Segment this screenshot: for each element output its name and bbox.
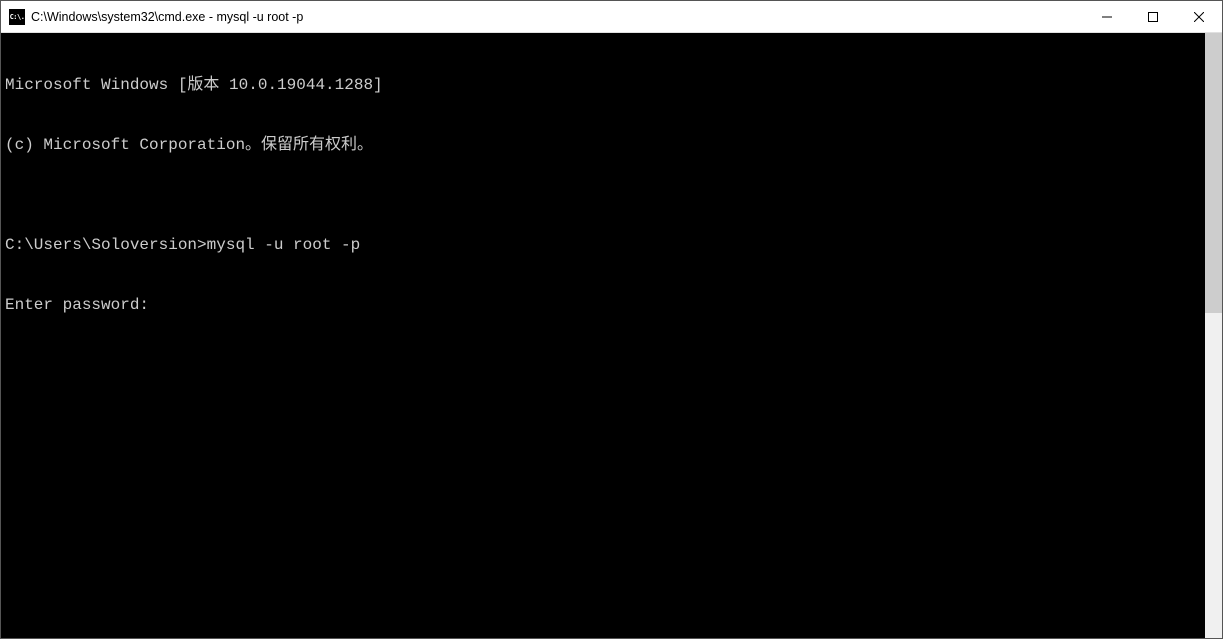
scrollbar-thumb[interactable]: [1205, 33, 1222, 313]
vertical-scrollbar[interactable]: [1205, 33, 1222, 638]
terminal-line: C:\Users\Soloversion>mysql -u root -p: [5, 235, 1201, 255]
maximize-button[interactable]: [1130, 1, 1176, 32]
terminal-container: Microsoft Windows [版本 10.0.19044.1288] (…: [1, 33, 1222, 638]
minimize-button[interactable]: [1084, 1, 1130, 32]
window-title: C:\Windows\system32\cmd.exe - mysql -u r…: [31, 10, 1084, 24]
close-icon: [1194, 12, 1204, 22]
close-button[interactable]: [1176, 1, 1222, 32]
cmd-icon-text: C:\.: [10, 13, 25, 21]
cmd-icon: C:\.: [9, 9, 25, 25]
maximize-icon: [1148, 12, 1158, 22]
terminal-line: (c) Microsoft Corporation。保留所有权利。: [5, 135, 1201, 155]
terminal-line: Microsoft Windows [版本 10.0.19044.1288]: [5, 75, 1201, 95]
minimize-icon: [1102, 12, 1112, 22]
terminal[interactable]: Microsoft Windows [版本 10.0.19044.1288] (…: [1, 33, 1205, 638]
titlebar: C:\. C:\Windows\system32\cmd.exe - mysql…: [1, 1, 1222, 33]
window-controls: [1084, 1, 1222, 32]
terminal-line: Enter password:: [5, 295, 1201, 315]
